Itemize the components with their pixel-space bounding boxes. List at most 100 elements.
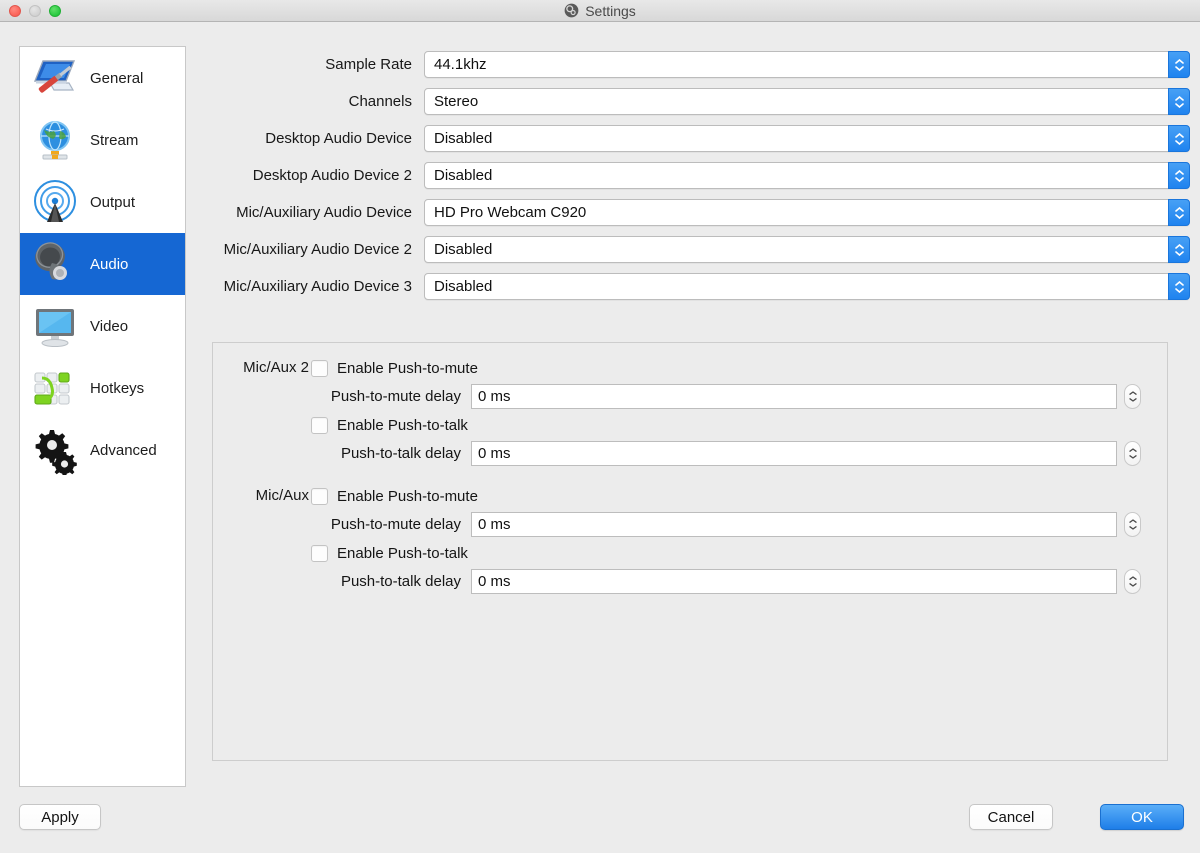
chevron-up-icon bbox=[1174, 132, 1184, 138]
chevron-up-icon bbox=[1174, 95, 1184, 101]
audio-speaker-icon bbox=[35, 242, 67, 280]
chevron-up-icon bbox=[1128, 391, 1137, 395]
mic-aux-push-to-talk-delay-label: Push-to-talk delay bbox=[340, 573, 461, 590]
desktop-audio-device-dropdown[interactable]: Disabled bbox=[424, 125, 1190, 152]
mic-aux-device-2-value: Disabled bbox=[434, 241, 493, 258]
mic-aux-2-push-to-talk-delay-stepper[interactable] bbox=[1124, 441, 1141, 466]
sidebar-item-label: Output bbox=[90, 193, 136, 211]
chevron-down-icon bbox=[1174, 102, 1184, 108]
chevron-down-icon bbox=[1128, 398, 1137, 402]
chevron-down-icon bbox=[1128, 455, 1137, 459]
mic-aux-push-to-talk-checkbox[interactable] bbox=[311, 544, 328, 562]
sidebar-item-advanced[interactable]: Advanced bbox=[20, 419, 185, 481]
mic-aux-push-to-mute-delay-row: Push-to-mute delay 0 ms bbox=[213, 509, 1167, 540]
mic-aux-push-to-talk-delay-input[interactable]: 0 ms bbox=[471, 569, 1117, 594]
form-row-mic-aux-device: Mic/Auxiliary Audio Device HD Pro Webcam… bbox=[196, 194, 1190, 231]
channels-stepper[interactable] bbox=[1168, 88, 1190, 115]
mic-aux-push-to-mute-label: Enable Push-to-mute bbox=[337, 487, 478, 505]
mic-aux-device-dropdown[interactable]: HD Pro Webcam C920 bbox=[424, 199, 1190, 226]
mic-aux-title: Mic/Aux bbox=[255, 487, 309, 504]
desktop-audio-device-2-dropdown[interactable]: Disabled bbox=[424, 162, 1190, 189]
sidebar-item-label: Audio bbox=[90, 255, 129, 273]
mic-aux-2-push-to-mute-row[interactable]: Enable Push-to-mute bbox=[213, 355, 1167, 381]
channels-label: Channels bbox=[348, 93, 412, 110]
mic-aux-2-push-to-talk-delay-value: 0 ms bbox=[478, 445, 511, 462]
mic-aux-2-push-to-mute-delay-input[interactable]: 0 ms bbox=[471, 384, 1117, 409]
mic-aux-2-title: Mic/Aux 2 bbox=[243, 359, 309, 376]
mic-aux-push-to-mute-delay-control: 0 ms bbox=[471, 512, 1167, 537]
chevron-down-icon bbox=[1128, 583, 1137, 587]
mic-aux-push-to-mute-delay-input[interactable]: 0 ms bbox=[471, 512, 1117, 537]
zoom-button[interactable] bbox=[49, 4, 61, 17]
chevron-down-icon bbox=[1174, 250, 1184, 256]
mic-aux-2-push-to-talk-checkbox[interactable] bbox=[311, 416, 328, 434]
apply-button[interactable]: Apply bbox=[19, 804, 101, 830]
mic-aux-2-push-to-mute-delay-control: 0 ms bbox=[471, 384, 1167, 409]
channels-dropdown[interactable]: Stereo bbox=[424, 88, 1190, 115]
desktop-audio-device-value: Disabled bbox=[434, 130, 493, 147]
form-row-mic-aux-device-2: Mic/Auxiliary Audio Device 2 Disabled bbox=[196, 231, 1190, 268]
form-row-mic-aux-device-3: Mic/Auxiliary Audio Device 3 Disabled bbox=[196, 268, 1190, 305]
output-broadcast-icon bbox=[34, 180, 76, 222]
desktop-audio-device-2-stepper[interactable] bbox=[1168, 162, 1190, 189]
mic-aux-device-3-value: Disabled bbox=[434, 278, 493, 295]
mic-aux-device-label: Mic/Auxiliary Audio Device bbox=[236, 204, 412, 221]
chevron-down-icon bbox=[1174, 213, 1184, 219]
mic-aux-2-push-to-talk-row[interactable]: Enable Push-to-talk bbox=[213, 412, 1167, 438]
sidebar-item-label: Stream bbox=[90, 131, 139, 149]
minimize-button[interactable] bbox=[29, 4, 41, 17]
mic-aux-push-to-mute-row[interactable]: Enable Push-to-mute bbox=[213, 483, 1167, 509]
mic-aux-2-push-to-mute-checkbox[interactable] bbox=[311, 359, 328, 377]
chevron-down-icon bbox=[1174, 65, 1184, 71]
close-button[interactable] bbox=[9, 4, 21, 17]
chevron-up-icon bbox=[1128, 576, 1137, 580]
settings-window: Settings General Stream Output Audio Vid… bbox=[0, 0, 1200, 853]
mic-aux-device-3-dropdown[interactable]: Disabled bbox=[424, 273, 1190, 300]
sidebar-item-general[interactable]: General bbox=[20, 47, 185, 109]
mic-aux-push-to-talk-delay-stepper[interactable] bbox=[1124, 569, 1141, 594]
mic-aux-2-push-to-talk-delay-input[interactable]: 0 ms bbox=[471, 441, 1117, 466]
mic-aux-push-to-mute-checkbox[interactable] bbox=[311, 487, 328, 505]
obs-logo-icon bbox=[564, 3, 579, 18]
mic-aux-push-to-mute-delay-stepper[interactable] bbox=[1124, 512, 1141, 537]
desktop-audio-device-stepper[interactable] bbox=[1168, 125, 1190, 152]
mic-aux-device-2-stepper[interactable] bbox=[1168, 236, 1190, 263]
mic-aux-device-value: HD Pro Webcam C920 bbox=[434, 204, 587, 221]
chevron-down-icon bbox=[1174, 176, 1184, 182]
mic-aux-2-push-to-mute-delay-stepper[interactable] bbox=[1124, 384, 1141, 409]
sample-rate-stepper[interactable] bbox=[1168, 51, 1190, 78]
ok-button[interactable]: OK bbox=[1100, 804, 1184, 830]
sidebar-item-stream[interactable]: Stream bbox=[20, 109, 185, 171]
mic-aux-2-push-to-talk-label: Enable Push-to-talk bbox=[337, 416, 468, 434]
mic-aux-device-3-stepper[interactable] bbox=[1168, 273, 1190, 300]
chevron-up-icon bbox=[1174, 58, 1184, 64]
mic-aux-device-2-label: Mic/Auxiliary Audio Device 2 bbox=[223, 241, 412, 258]
mic-aux-push-to-talk-row[interactable]: Enable Push-to-talk bbox=[213, 540, 1167, 566]
sample-rate-dropdown[interactable]: 44.1khz bbox=[424, 51, 1190, 78]
mic-aux-device-stepper[interactable] bbox=[1168, 199, 1190, 226]
cancel-button[interactable]: Cancel bbox=[969, 804, 1053, 830]
advanced-gears-icon bbox=[35, 430, 77, 475]
chevron-up-icon bbox=[1174, 280, 1184, 286]
sidebar-item-output[interactable]: Output bbox=[20, 171, 185, 233]
form-row-channels: Channels Stereo bbox=[196, 83, 1190, 120]
form-row-desktop-audio-device-2: Desktop Audio Device 2 Disabled bbox=[196, 157, 1190, 194]
mic-aux-2-push-to-talk-delay-control: 0 ms bbox=[471, 441, 1167, 466]
mic-aux-push-to-talk-label: Enable Push-to-talk bbox=[337, 544, 468, 562]
sidebar-item-video[interactable]: Video bbox=[20, 295, 185, 357]
chevron-up-icon bbox=[1128, 519, 1137, 523]
sidebar-item-label: Hotkeys bbox=[90, 379, 145, 397]
chevron-down-icon bbox=[1128, 526, 1137, 530]
sidebar-item-audio[interactable]: Audio bbox=[20, 233, 185, 295]
settings-sidebar: General Stream Output Audio Video Hotkey… bbox=[19, 46, 186, 787]
chevron-down-icon bbox=[1174, 139, 1184, 145]
sidebar-item-label: General bbox=[90, 69, 144, 87]
mic-aux-device-2-dropdown[interactable]: Disabled bbox=[424, 236, 1190, 263]
mic-aux-device-3-label: Mic/Auxiliary Audio Device 3 bbox=[223, 278, 412, 295]
sidebar-item-label: Advanced bbox=[90, 441, 157, 459]
sidebar-item-hotkeys[interactable]: Hotkeys bbox=[20, 357, 185, 419]
mic-aux-2-push-to-mute-delay-value: 0 ms bbox=[478, 388, 511, 405]
window-controls bbox=[9, 4, 61, 17]
title-bar: Settings bbox=[0, 0, 1200, 22]
mic-aux-2-push-to-mute-delay-label: Push-to-mute delay bbox=[330, 388, 461, 405]
